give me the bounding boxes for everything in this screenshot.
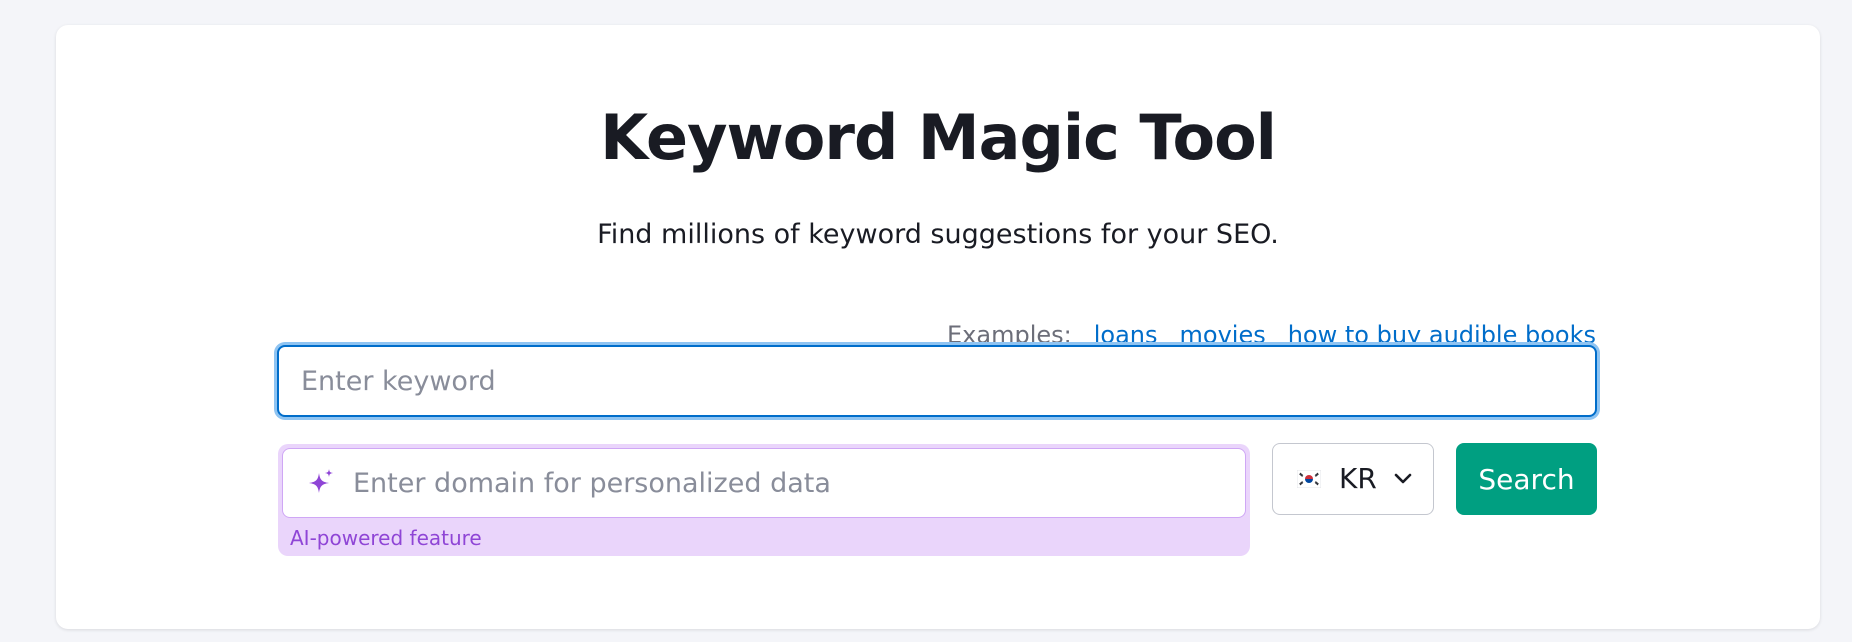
country-code: KR — [1339, 462, 1377, 495]
example-link-audible-books[interactable]: how to buy audible books — [1288, 323, 1596, 347]
example-link-loans[interactable]: loans — [1094, 323, 1158, 347]
ai-domain-container: AI-powered feature — [278, 444, 1250, 556]
page-subtitle: Find millions of keyword suggestions for… — [597, 219, 1279, 250]
example-link-movies[interactable]: movies — [1180, 323, 1266, 347]
keyword-magic-card: Keyword Magic Tool Find millions of keyw… — [56, 25, 1820, 629]
keyword-input[interactable] — [277, 345, 1597, 417]
examples-row: Examples: loans movies how to buy audibl… — [947, 323, 1596, 347]
domain-input[interactable] — [351, 448, 1245, 518]
country-select[interactable]: KR — [1272, 443, 1434, 515]
domain-field[interactable] — [282, 448, 1246, 518]
chevron-down-icon — [1394, 473, 1412, 484]
page-title: Keyword Magic Tool — [600, 101, 1277, 174]
sparkle-icon — [309, 469, 333, 493]
ai-feature-note: AI-powered feature — [290, 526, 482, 550]
examples-label: Examples: — [947, 321, 1072, 349]
search-button[interactable]: Search — [1456, 443, 1597, 515]
south-korea-flag-icon — [1297, 470, 1321, 488]
